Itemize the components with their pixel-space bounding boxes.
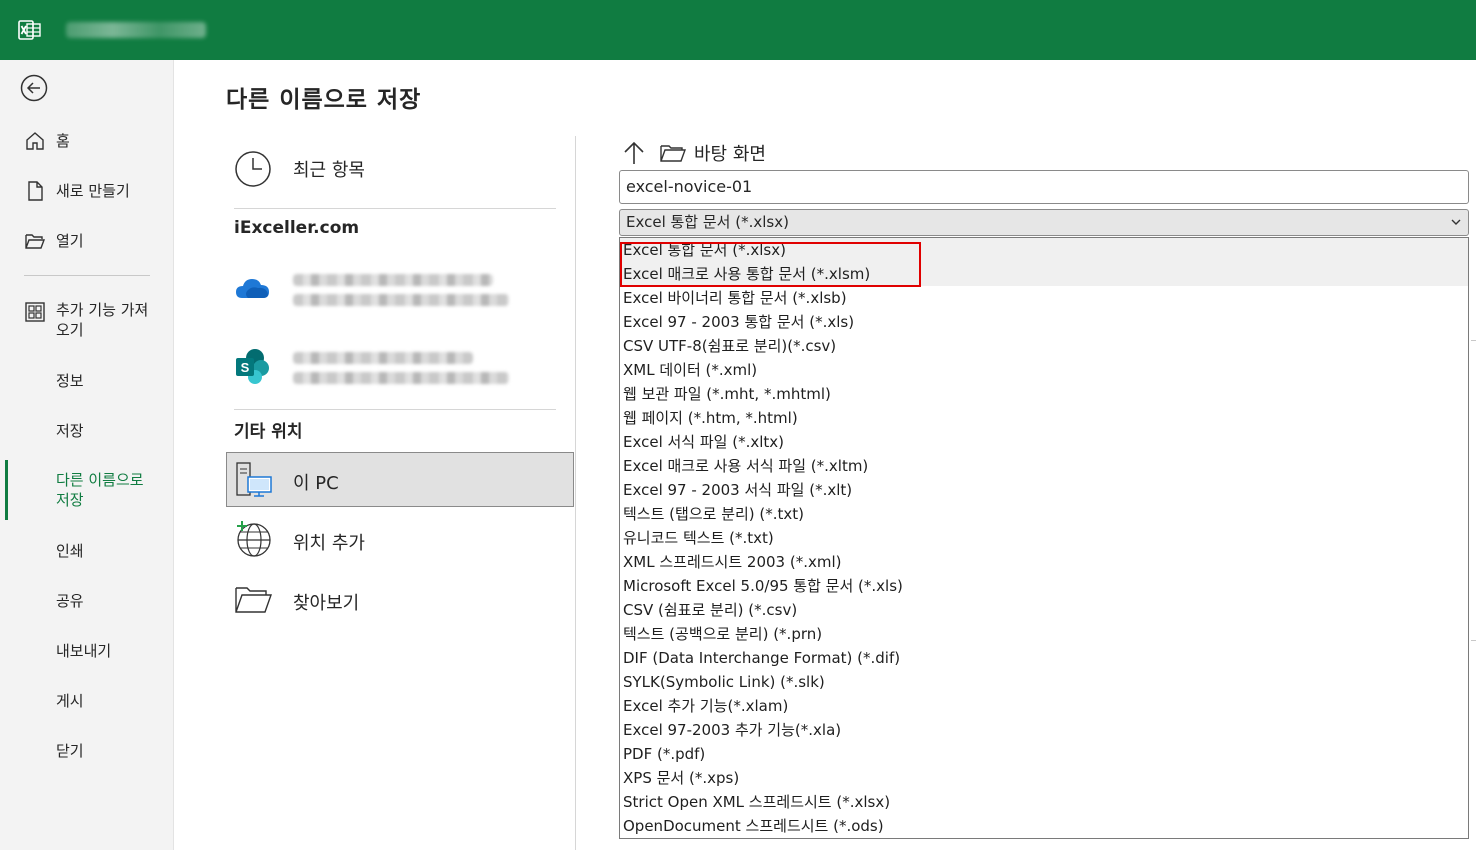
browse-folder-icon [235, 587, 272, 613]
format-option-xml-data[interactable]: XML 데이터 (*.xml) [620, 358, 1468, 382]
format-option-txt-unicode[interactable]: 유니코드 텍스트 (*.txt) [620, 526, 1468, 550]
location-recent[interactable]: 최근 항목 [226, 136, 574, 190]
format-option-txt-tab[interactable]: 텍스트 (탭으로 분리) (*.txt) [620, 502, 1468, 526]
location-recent-label: 최근 항목 [293, 160, 365, 181]
format-option-xlsx[interactable]: Excel 통합 문서 (*.xlsx) [620, 238, 1468, 262]
format-option-prn[interactable]: 텍스트 (공백으로 분리) (*.prn) [620, 622, 1468, 646]
other-locations-heading: 기타 위치 [234, 422, 303, 442]
location-sharepoint[interactable]: S [226, 336, 574, 396]
file-format-selected: Excel 통합 문서 (*.xlsx) [626, 213, 789, 231]
format-option-xlt[interactable]: Excel 97 - 2003 서식 파일 (*.xlt) [620, 478, 1468, 502]
format-option-xltx[interactable]: Excel 서식 파일 (*.xltx) [620, 430, 1468, 454]
format-option-xla[interactable]: Excel 97-2003 추가 기능(*.xla) [620, 718, 1468, 742]
chevron-down-icon [1451, 219, 1461, 225]
format-option-xls[interactable]: Excel 97 - 2003 통합 문서 (*.xls) [620, 310, 1468, 334]
svg-text:S: S [241, 360, 250, 375]
locations-divider [234, 409, 556, 410]
nav-new[interactable]: 새로 만들기 [0, 180, 174, 202]
nav-publish-label: 게시 [56, 692, 84, 710]
excel-app-icon [18, 20, 41, 40]
back-arrow-icon[interactable] [20, 74, 48, 102]
nav-save-as-label: 다른 이름으로 저장 [56, 471, 144, 509]
format-option-xps[interactable]: XPS 문서 (*.xps) [620, 766, 1468, 790]
nav-info-label: 정보 [56, 372, 84, 390]
computer-icon [236, 462, 272, 497]
format-option-xlsm[interactable]: Excel 매크로 사용 통합 문서 (*.xlsm) [620, 262, 1468, 286]
location-browse[interactable]: 찾아보기 [226, 576, 574, 630]
nav-print-label: 인쇄 [56, 542, 84, 560]
new-file-icon [28, 181, 43, 201]
format-option-xlsb[interactable]: Excel 바이너리 통합 문서 (*.xlsb) [620, 286, 1468, 310]
title-bar [0, 0, 1476, 60]
format-option-slk[interactable]: SYLK(Symbolic Link) (*.slk) [620, 670, 1468, 694]
format-option-xml-2003[interactable]: XML 스프레드시트 2003 (*.xml) [620, 550, 1468, 574]
background-edge [1471, 340, 1476, 341]
blurred-account-name [293, 274, 493, 286]
path-row: 바탕 화면 [620, 138, 766, 168]
nav-info[interactable]: 정보 [0, 370, 174, 392]
sharepoint-icon: S [236, 349, 269, 384]
folder-icon [660, 145, 686, 162]
nav-share-label: 공유 [56, 592, 84, 610]
nav-home-label: 홈 [56, 132, 70, 150]
nav-export-label: 내보내기 [56, 642, 112, 660]
format-option-ods[interactable]: OpenDocument 스프레드시트 (*.ods) [620, 814, 1468, 838]
file-format-dropdown: Excel 통합 문서 (*.xlsx) Excel 매크로 사용 통합 문서 … [619, 237, 1469, 839]
home-icon [26, 132, 44, 150]
format-option-htm[interactable]: 웹 페이지 (*.htm, *.html) [620, 406, 1468, 430]
blurred-site-name [293, 352, 473, 364]
location-this-pc-label: 이 PC [293, 473, 339, 494]
nav-addins[interactable]: 추가 기능 가져 오기 [0, 300, 174, 342]
nav-close[interactable]: 닫기 [0, 740, 174, 762]
nav-addins-label: 추가 기능 가져 오기 [56, 301, 149, 339]
format-option-xls-95[interactable]: Microsoft Excel 5.0/95 통합 문서 (*.xls) [620, 574, 1468, 598]
background-edge [1471, 640, 1476, 641]
nav-new-label: 새로 만들기 [56, 182, 130, 200]
nav-publish[interactable]: 게시 [0, 690, 174, 712]
nav-print[interactable]: 인쇄 [0, 540, 174, 562]
format-option-csv-utf8[interactable]: CSV UTF-8(쉼표로 분리)(*.csv) [620, 334, 1468, 358]
format-option-csv[interactable]: CSV (쉼표로 분리) (*.csv) [620, 598, 1468, 622]
format-option-pdf[interactable]: PDF (*.pdf) [620, 742, 1468, 766]
nav-save[interactable]: 저장 [0, 420, 174, 442]
blurred-site-url [293, 372, 509, 384]
addins-icon [25, 302, 45, 322]
column-divider [575, 136, 576, 850]
add-place-globe-icon [237, 521, 271, 557]
locations-divider [234, 208, 556, 209]
backstage-nav: 홈 새로 만들기 열기 추가 기능 가져 오기 정보 저장 다른 이름으로 저장 [0, 60, 174, 850]
cloud-heading: iExceller.com [234, 218, 360, 238]
format-option-dif[interactable]: DIF (Data Interchange Format) (*.dif) [620, 646, 1468, 670]
nav-divider [24, 275, 150, 276]
format-option-mht[interactable]: 웹 보관 파일 (*.mht, *.mhtml) [620, 382, 1468, 406]
location-this-pc[interactable]: 이 PC [226, 452, 574, 507]
location-onedrive[interactable] [226, 258, 574, 318]
nav-open[interactable]: 열기 [0, 230, 174, 252]
up-arrow-icon[interactable] [620, 139, 648, 167]
location-add-place-label: 위치 추가 [293, 533, 365, 554]
location-browse-label: 찾아보기 [293, 593, 360, 614]
nav-save-as[interactable]: 다른 이름으로 저장 [0, 470, 174, 512]
nav-close-label: 닫기 [56, 742, 84, 760]
current-path[interactable]: 바탕 화면 [694, 140, 766, 166]
nav-share[interactable]: 공유 [0, 590, 174, 612]
format-option-strict-xlsx[interactable]: Strict Open XML 스프레드시트 (*.xlsx) [620, 790, 1468, 814]
file-format-select[interactable]: Excel 통합 문서 (*.xlsx) [619, 209, 1469, 236]
location-add-place[interactable]: 위치 추가 [226, 516, 574, 570]
document-name-blurred [66, 22, 206, 38]
nav-home[interactable]: 홈 [0, 130, 174, 152]
nav-open-label: 열기 [56, 232, 84, 250]
nav-export[interactable]: 내보내기 [0, 640, 174, 662]
blurred-account-email [293, 294, 509, 306]
format-option-xlam[interactable]: Excel 추가 기능(*.xlam) [620, 694, 1468, 718]
format-option-xltm[interactable]: Excel 매크로 사용 서식 파일 (*.xltm) [620, 454, 1468, 478]
onedrive-icon [236, 279, 269, 298]
nav-save-label: 저장 [56, 422, 84, 440]
clock-icon [235, 151, 271, 187]
filename-input[interactable]: excel-novice-01 [619, 170, 1469, 204]
page-title: 다른 이름으로 저장 [226, 87, 422, 113]
open-folder-icon [25, 234, 46, 249]
